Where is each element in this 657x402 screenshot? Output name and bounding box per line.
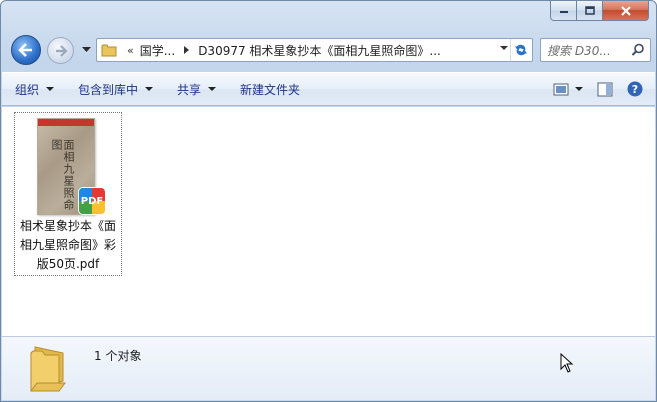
help-button[interactable]: ?	[623, 77, 647, 101]
chevron-down-icon	[145, 87, 154, 91]
item-count: 1 个对象	[94, 349, 142, 363]
search-icon[interactable]	[631, 43, 645, 57]
caption-buttons	[550, 1, 649, 21]
address-bar[interactable]: « 国学... D30977 相术星象抄本《面相九星照命图》...	[96, 38, 533, 62]
thumbnail-header-band	[38, 119, 94, 126]
share-label: 共享	[177, 82, 202, 97]
help-icon: ?	[627, 81, 643, 97]
organize-label: 组织	[15, 82, 40, 97]
explorer-window: « 国学... D30977 相术星象抄本《面相九星照命图》... 搜索 D30…	[0, 0, 657, 402]
breadcrumb-overflow[interactable]: «	[127, 44, 134, 57]
preview-pane-icon	[597, 82, 613, 96]
change-view-button[interactable]	[551, 77, 571, 101]
navigation-bar: « 国学... D30977 相术星象抄本《面相九星照命图》... 搜索 D30…	[9, 35, 651, 65]
maximize-button[interactable]	[577, 1, 603, 21]
organize-menu[interactable]: 组织	[2, 73, 65, 105]
file-name: 相术星象抄本《面相九星照命图》彩版50页.pdf	[19, 219, 116, 271]
share-menu[interactable]: 共享	[164, 73, 227, 105]
back-button[interactable]	[11, 35, 41, 65]
back-arrow-icon	[18, 43, 32, 57]
refresh-icon	[514, 44, 527, 56]
close-button[interactable]	[603, 1, 649, 21]
forward-button[interactable]	[47, 37, 74, 64]
include-library-label: 包含到库中	[78, 82, 139, 97]
minimize-button[interactable]	[550, 1, 577, 21]
file-list-pane[interactable]: 面相九星照命图 PDF 相术星象抄本《面相九星照命图》彩版50页.pdf	[2, 107, 655, 336]
chevron-down-icon	[208, 87, 217, 91]
preview-pane-button[interactable]	[587, 77, 623, 101]
breadcrumb-item-current[interactable]: D30977 相术星象抄本《面相九星照命图》...	[198, 42, 441, 59]
recent-pages-button[interactable]	[80, 43, 92, 57]
minimize-icon	[559, 10, 568, 13]
details-pane: 1 个对象	[2, 336, 655, 400]
pdf-badge-label: PDF	[80, 195, 104, 207]
view-options-dropdown[interactable]	[571, 77, 587, 101]
close-icon	[620, 5, 631, 16]
view-icon	[553, 83, 569, 95]
new-folder-button[interactable]: 新建文件夹	[227, 73, 311, 105]
forward-arrow-icon	[55, 44, 68, 57]
search-box[interactable]: 搜索 D30...	[540, 38, 651, 62]
folder-large-icon	[30, 346, 66, 392]
chevron-down-icon	[46, 87, 55, 91]
chevron-down-icon	[81, 47, 91, 52]
thumbnail-title: 面相九星照命图	[50, 139, 75, 211]
maximize-icon	[584, 6, 595, 15]
file-item[interactable]: 面相九星照命图 PDF 相术星象抄本《面相九星照命图》彩版50页.pdf	[14, 112, 122, 276]
mouse-cursor-icon	[560, 353, 574, 373]
pdf-icon: PDF	[79, 188, 105, 214]
breadcrumb-item[interactable]: 国学...	[140, 42, 175, 59]
search-placeholder: 搜索 D30...	[547, 43, 611, 58]
folder-icon	[101, 44, 117, 57]
breadcrumb-separator-icon[interactable]	[184, 46, 190, 54]
refresh-button[interactable]	[510, 39, 530, 61]
command-bar: 组织 包含到库中 共享 新建文件夹 ?	[2, 72, 655, 106]
include-in-library-menu[interactable]: 包含到库中	[65, 73, 164, 105]
toolbar-right-group: ?	[551, 73, 647, 105]
new-folder-label: 新建文件夹	[240, 82, 301, 97]
address-dropdown-icon[interactable]	[500, 46, 508, 50]
chevron-down-icon	[575, 86, 583, 91]
svg-text:?: ?	[632, 83, 638, 96]
